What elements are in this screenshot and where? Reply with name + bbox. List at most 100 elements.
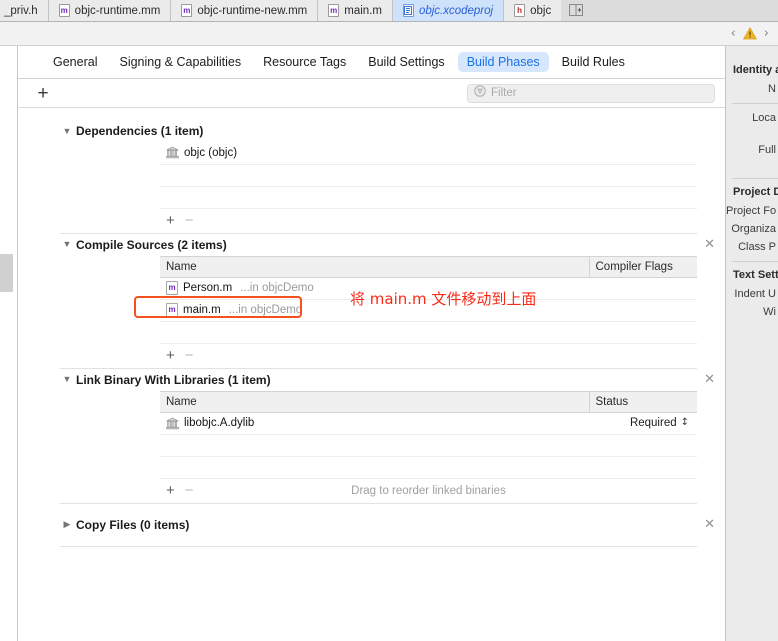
editor-tab-objc-xcodeproj[interactable]: objc.xcodeproj [392,0,505,21]
source-file-name: Person.m [183,282,233,294]
table-row[interactable]: objc (objc) [160,142,697,165]
editor-tab-objc-runtime-new-mm[interactable]: m objc-runtime-new.mm [171,0,319,21]
tab-build-rules[interactable]: Build Rules [553,52,634,72]
table-header-row: Name Status [160,390,697,413]
chevron-right-icon[interactable]: › [763,27,770,40]
phase-header[interactable]: ▼ Dependencies (1 item) [18,120,725,142]
editor-tab-label: main.m [344,4,382,17]
compile-sources-footer: + − [160,344,697,368]
remove-phase-button[interactable]: ✕ [704,238,715,251]
add-library-button[interactable]: + [166,483,175,498]
remove-library-button[interactable]: − [185,483,194,498]
reorder-hint: Drag to reorder linked binaries [351,484,506,497]
inspector-field-location[interactable]: Loca [726,109,778,127]
remove-dependency-button[interactable]: − [185,213,194,228]
phase-header[interactable]: ▶ Copy Files (0 items) ✕ [18,514,725,536]
library-status-cell[interactable]: Required ↕ [589,412,697,435]
dependencies-table: objc (objc) [160,142,697,209]
library-icon [166,417,179,430]
xcode-window: _priv.h m objc-runtime.mm m objc-runtime… [0,0,778,641]
table-row[interactable]: libobjc.A.dylib Required ↕ [160,412,697,435]
table-header-row: Name Compiler Flags [160,255,697,278]
source-file-path: ...in objcDemo [228,304,303,316]
inspector-spacer [726,159,778,173]
editor-tab-objc-h[interactable]: h objc [504,0,562,21]
remove-phase-button[interactable]: ✕ [704,373,715,386]
editor-tab-label: objc-runtime.mm [74,4,161,17]
project-editor: General Signing & Capabilities Resource … [18,46,725,641]
disclosure-triangle-icon[interactable]: ▼ [61,375,73,384]
editor-tab-label: objc-runtime-new.mm [197,4,308,17]
phase-header[interactable]: ▼ Compile Sources (2 items) ✕ [18,234,725,256]
filter-placeholder: Filter [491,87,517,99]
column-header-status[interactable]: Status [588,390,697,413]
phase-title: Copy Files (0 items) [76,517,190,532]
phase-body: Name Compiler Flags m Person.m ...in obj… [18,255,725,368]
filter-input[interactable]: Filter [467,83,715,103]
inspector-field-class-prefix[interactable]: Class P [726,238,778,256]
editor-tab-label: _priv.h [4,4,38,17]
editor-body: General Signing & Capabilities Resource … [0,46,778,641]
add-editor-button[interactable] [561,0,592,21]
tab-build-settings[interactable]: Build Settings [359,52,453,72]
inspector-spacer [726,127,778,141]
add-source-button[interactable]: + [166,348,175,363]
editor-tab-label: objc.xcodeproj [418,4,494,17]
remove-source-button[interactable]: − [185,348,194,363]
build-phases-list: ▼ Dependencies (1 item) objc (objc) + − … [18,108,725,641]
editor-tab-bar: _priv.h m objc-runtime.mm m objc-runtime… [0,0,778,22]
add-build-phase-button[interactable]: + [32,84,54,103]
tab-resource-tags[interactable]: Resource Tags [254,52,355,72]
disclosure-triangle-icon[interactable]: ▶ [61,520,73,529]
link-binary-footer: + − Drag to reorder linked binaries [160,479,697,503]
filter-icon [474,84,486,102]
library-name: libobjc.A.dylib [184,417,255,429]
project-icon [402,4,414,17]
editor-tab-priv-h[interactable]: _priv.h [0,0,49,21]
tab-build-phases[interactable]: Build Phases [457,52,549,72]
tab-general[interactable]: General [44,52,106,72]
inspector-section-identity-title: Identity an [733,64,778,76]
phase-title: Dependencies (1 item) [76,124,204,138]
objc-file-icon: m [328,4,340,17]
inspector-divider [732,178,778,179]
remove-phase-button[interactable]: ✕ [704,518,715,531]
library-name-cell: libobjc.A.dylib [160,412,589,435]
column-header-name[interactable]: Name [160,390,589,413]
disclosure-triangle-icon[interactable]: ▼ [61,240,73,249]
inspector-field-indent-using[interactable]: Indent U [726,285,778,303]
add-editor-icon [568,4,584,17]
utilities-inspector-panel: Identity an N Loca Full Project Do Proje… [725,46,778,641]
library-status-value: Required [629,417,677,429]
column-header-compiler-flags[interactable]: Compiler Flags [588,255,697,278]
phase-header[interactable]: ▼ Link Binary With Libraries (1 item) ✕ [18,369,725,391]
inspector-field-widths[interactable]: Wi [726,303,778,321]
chevron-left-icon[interactable]: ‹ [730,27,737,40]
editor-left-gutter [0,46,18,641]
tab-signing-capabilities[interactable]: Signing & Capabilities [110,52,250,72]
inspector-divider [732,261,778,262]
editor-tab-objc-runtime-mm[interactable]: m objc-runtime.mm [48,0,172,21]
inspector-field-full-path[interactable]: Full [726,141,778,159]
phase-title: Compile Sources (2 items) [76,237,227,252]
column-header-name[interactable]: Name [160,255,589,278]
dependency-name-cell: objc (objc) [160,142,697,165]
add-dependency-button[interactable]: + [166,213,175,228]
warning-triangle-icon[interactable] [742,27,757,40]
library-icon [166,146,179,159]
stepper-icon[interactable]: ↕ [681,418,689,428]
project-editor-tabs: General Signing & Capabilities Resource … [18,46,725,79]
phase-separator [60,545,697,547]
objc-file-icon: m [166,303,178,317]
jump-bar: ‹ › [0,22,778,46]
phase-copy-files: ▶ Copy Files (0 items) ✕ [18,514,725,547]
vertical-scrollbar-thumb[interactable] [0,254,13,292]
phase-link-binary-with-libraries: ▼ Link Binary With Libraries (1 item) ✕ … [18,369,725,504]
inspector-field-project-format[interactable]: Project Fo [726,202,778,220]
build-phases-toolbar: + Filter [18,79,725,108]
disclosure-triangle-icon[interactable]: ▼ [61,126,73,136]
objc-file-icon: m [166,281,178,295]
editor-tab-main-m[interactable]: m main.m [318,0,393,21]
inspector-field-organization[interactable]: Organiza [726,220,778,238]
inspector-field-name[interactable]: N [726,80,778,98]
